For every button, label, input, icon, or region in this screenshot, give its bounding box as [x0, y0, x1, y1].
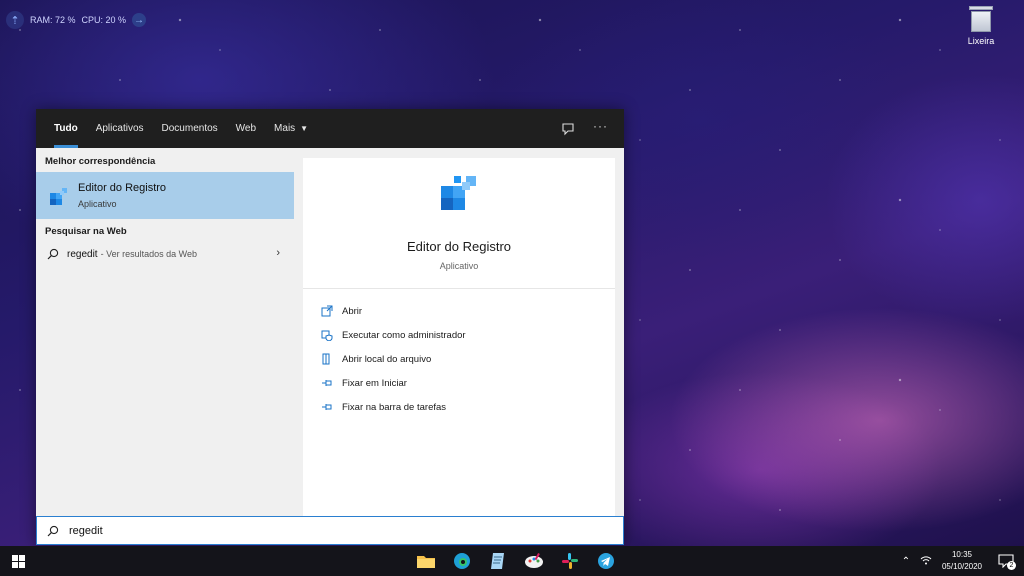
- notification-count-badge: 2: [1007, 561, 1016, 570]
- run-as-admin-icon: [321, 330, 333, 341]
- paint-icon[interactable]: [516, 546, 552, 576]
- tab-documents[interactable]: Documentos: [153, 109, 227, 148]
- search-filter-bar: Tudo Aplicativos Documentos Web Mais ▼ ··…: [36, 109, 624, 148]
- recycle-bin-label: Lixeira: [967, 36, 995, 46]
- action-open-file-location[interactable]: Abrir local do arquivo: [303, 347, 615, 371]
- wifi-icon[interactable]: [916, 555, 936, 567]
- tab-more[interactable]: Mais ▼: [265, 109, 317, 148]
- action-pin-taskbar[interactable]: Fixar na barra de tarefas: [303, 395, 615, 419]
- file-location-icon: [322, 353, 330, 365]
- recycle-bin-icon: [969, 6, 993, 32]
- best-match-heading: Melhor correspondência: [45, 156, 156, 167]
- start-search-panel: Tudo Aplicativos Documentos Web Mais ▼ ··…: [36, 109, 624, 545]
- ram-usage: RAM: 72 %: [30, 15, 76, 25]
- pin-icon: [322, 380, 332, 386]
- preview-app-type: Aplicativo: [439, 261, 479, 271]
- tab-all[interactable]: Tudo: [45, 109, 87, 148]
- web-search-result[interactable]: regedit - Ver resultados da Web ›: [36, 241, 294, 267]
- chevron-right-icon[interactable]: ›: [276, 247, 280, 259]
- pin-taskbar-icon: [322, 404, 332, 410]
- telegram-icon[interactable]: [588, 546, 624, 576]
- best-match-type: Aplicativo: [78, 199, 117, 209]
- more-options-icon[interactable]: ···: [593, 119, 608, 133]
- search-icon: [47, 248, 59, 260]
- notepad-icon[interactable]: [480, 546, 516, 576]
- action-list: Abrir Executar como administrador Abrir …: [303, 289, 615, 419]
- web-search-heading: Pesquisar na Web: [45, 226, 127, 237]
- clock-date: 05/10/2020: [941, 562, 983, 571]
- clock-time: 10:35: [951, 550, 973, 559]
- search-icon: [47, 525, 59, 536]
- registry-editor-large-icon: [441, 176, 476, 210]
- action-run-as-admin[interactable]: Executar como administrador: [303, 323, 615, 347]
- taskbar: ⌃ 10:35 05/10/2020 2: [0, 546, 1024, 576]
- file-explorer-icon[interactable]: [408, 546, 444, 576]
- web-query: regedit: [67, 248, 98, 260]
- system-tray: ⌃ 10:35 05/10/2020 2: [896, 546, 1024, 576]
- caret-down-icon: ▼: [300, 124, 309, 133]
- cpu-usage: CPU: 20 %: [81, 15, 127, 25]
- notifications-button[interactable]: 2: [988, 546, 1024, 576]
- arrow-right-icon[interactable]: →: [132, 13, 147, 27]
- search-input[interactable]: [67, 523, 551, 538]
- results-list: Melhor correspondência Editor do Registr…: [36, 148, 294, 516]
- open-icon: [321, 305, 333, 317]
- recycle-bin[interactable]: Lixeira: [960, 6, 1002, 46]
- slack-icon[interactable]: [552, 546, 588, 576]
- tab-apps[interactable]: Aplicativos: [87, 109, 153, 148]
- app-preview: Editor do Registro Aplicativo: [303, 158, 615, 289]
- action-open[interactable]: Abrir: [303, 299, 615, 323]
- web-query-suffix: - Ver resultados da Web: [100, 249, 197, 259]
- clock[interactable]: 10:35 05/10/2020: [936, 549, 988, 573]
- system-monitor-widget[interactable]: ⇡ RAM: 72 % CPU: 20 % →: [6, 10, 147, 30]
- search-box[interactable]: [36, 516, 624, 545]
- taskbar-apps: [408, 546, 624, 576]
- tab-web[interactable]: Web: [227, 109, 265, 148]
- start-button[interactable]: [0, 546, 36, 576]
- best-match-result[interactable]: Editor do Registro Aplicativo: [36, 172, 294, 219]
- action-pin-start[interactable]: Fixar em Iniciar: [303, 371, 615, 395]
- edge-icon[interactable]: [444, 546, 480, 576]
- show-hidden-icons-chevron-icon[interactable]: ⌃: [896, 556, 916, 567]
- feedback-icon[interactable]: [560, 121, 576, 137]
- registry-editor-icon: [50, 187, 67, 205]
- rocket-icon: ⇡: [6, 11, 24, 29]
- best-match-name: Editor do Registro: [78, 182, 167, 194]
- preview-pane: Editor do Registro Aplicativo Abrir Exec…: [303, 158, 615, 516]
- windows-logo-icon: [11, 554, 25, 568]
- preview-app-name: Editor do Registro: [406, 239, 512, 254]
